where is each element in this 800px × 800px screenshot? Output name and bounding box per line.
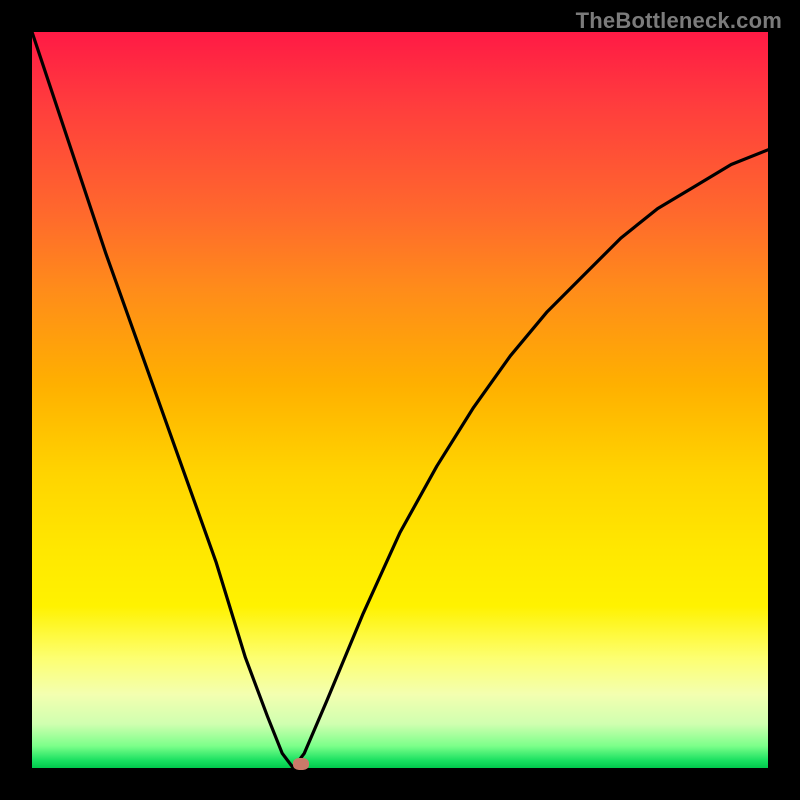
chart-frame: TheBottleneck.com <box>0 0 800 800</box>
curve-path <box>32 32 768 768</box>
watermark-text: TheBottleneck.com <box>576 8 782 34</box>
minimum-marker <box>293 758 309 770</box>
plot-area <box>32 32 768 768</box>
bottleneck-curve <box>32 32 768 768</box>
